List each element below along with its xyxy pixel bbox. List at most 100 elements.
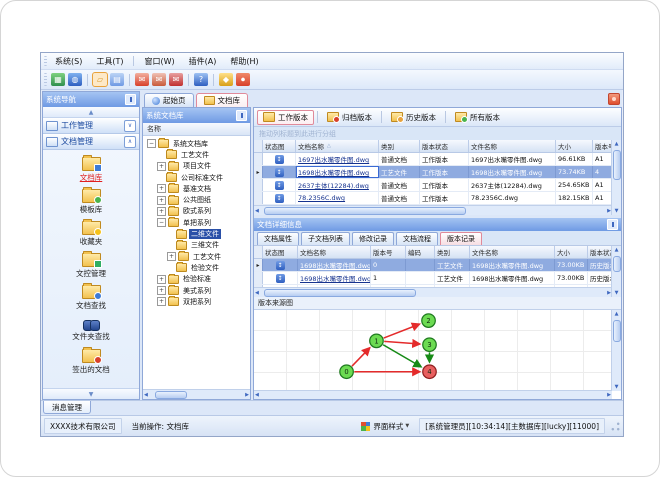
document-link[interactable]: 1698出水嘴零件图.dwg — [298, 167, 369, 177]
tab-起始页[interactable]: 起始页 — [144, 93, 194, 107]
tree-node[interactable]: 三维文件 — [143, 239, 250, 251]
expand-icon[interactable]: + — [167, 252, 176, 262]
scroll-thumb[interactable] — [264, 207, 466, 215]
scroll-thumb[interactable] — [613, 150, 621, 180]
lock-icon[interactable]: ◆ — [219, 73, 233, 86]
tree-node[interactable]: + 欧式系列 — [143, 205, 250, 217]
tree-node[interactable]: 工艺文件 — [143, 149, 250, 160]
help-icon[interactable]: ? — [194, 73, 208, 86]
scroll-right-icon[interactable]: ▶ — [607, 392, 611, 398]
table-row[interactable]: ↕ 78.2356C.dwg 普通文档 工作版本 78.2356C.dwg 182.15K… — [254, 192, 612, 205]
sidebar-item-document[interactable]: 文档库 — [43, 154, 139, 186]
column-header[interactable]: 编码 — [406, 246, 435, 258]
sidebar-item-binoculars[interactable]: 文件夹查找 — [43, 314, 139, 346]
window-layout-icon[interactable]: ▤ — [110, 73, 124, 86]
column-header[interactable]: 类别 — [379, 140, 420, 152]
column-header[interactable]: 文件名称 — [469, 140, 556, 152]
scroll-up-icon[interactable]: ▲ — [615, 247, 619, 253]
document-link[interactable]: 1697出水嘴零件图.dwg — [298, 154, 369, 164]
tree-node[interactable]: + 工艺文件 — [143, 251, 250, 262]
detail-grid-vscrollbar[interactable]: ▲ ▼ — [611, 246, 621, 297]
menu-item[interactable]: 帮助(H) — [224, 55, 264, 68]
tree-node[interactable]: + 双把系列 — [143, 296, 250, 307]
tree-node[interactable]: 二维文件 — [143, 228, 250, 240]
sidebar-item-checkout[interactable]: 签出的文档 — [43, 346, 139, 378]
scroll-down-icon[interactable]: ▼ — [615, 384, 619, 390]
scroll-up-icon[interactable]: ▲ — [615, 141, 619, 147]
exit-icon[interactable]: ⏺ — [236, 73, 250, 86]
column-header[interactable]: 类别 — [435, 246, 470, 258]
sidebar-group-expanded[interactable]: 文档管理 ∧ — [43, 134, 139, 150]
tree-node[interactable]: + 检验标准 — [143, 273, 250, 285]
menu-item[interactable]: 系统(S) — [49, 55, 88, 68]
main-grid-vscrollbar[interactable]: ▲ ▼ — [611, 140, 621, 215]
sidebar-item-search[interactable]: 文档查找 — [43, 282, 139, 314]
column-header[interactable]: 版本号 — [371, 246, 406, 258]
tree-node[interactable]: + 公共图纸 — [143, 194, 250, 205]
version-button-4[interactable]: 所有版本 — [449, 110, 506, 125]
mail-icon[interactable]: ✉ — [135, 73, 149, 86]
column-header[interactable]: 版本号 — [593, 140, 612, 152]
collapse-icon[interactable]: − — [147, 139, 156, 149]
chevron-up-icon[interactable]: ∧ — [124, 135, 136, 148]
document-link[interactable]: 2637主体(12284).dwg — [298, 180, 369, 190]
column-header[interactable]: 大小 — [555, 246, 588, 258]
column-header[interactable]: 文件名称 — [470, 246, 555, 258]
sidebar-item-template[interactable]: 模板库 — [43, 186, 139, 218]
folder-open-icon[interactable]: ▱ — [92, 72, 108, 87]
column-header[interactable]: 状态图 — [263, 246, 298, 258]
scroll-up-icon[interactable]: ▲ — [615, 311, 619, 317]
column-header[interactable]: 版本状态 — [588, 246, 612, 258]
style-selector[interactable]: 界面样式 ▼ — [355, 418, 415, 434]
scroll-thumb[interactable] — [613, 256, 621, 272]
table-row[interactable]: ▸ ↕ 1698出水嘴零件图.dwg 工艺文件 工作版本 1698出水嘴零件图.dwg 73… — [254, 166, 612, 179]
tab-文档库[interactable]: 文档库 — [195, 93, 248, 107]
table-row[interactable]: ↕ 2637主体(12284).dwg 普通文档 工作版本 2637主体(12284).… — [254, 179, 612, 192]
message-manager-tab[interactable]: 消息管理 — [43, 401, 91, 414]
detail-tab-子文档列表[interactable]: 子文档列表 — [301, 232, 350, 245]
document-link[interactable]: 1698出水嘴零件图.dwg — [300, 260, 370, 270]
table-row[interactable]: ↕ 1697出水嘴零件图.dwg 普通文档 工作版本 1697出水嘴零件图.dwg 96.… — [254, 153, 612, 166]
document-link[interactable]: 78.2356C.dwg — [298, 194, 345, 202]
sidebar-item-star[interactable]: 收藏夹 — [43, 218, 139, 250]
scroll-left-icon[interactable]: ◀ — [255, 290, 259, 296]
table-row[interactable]: ▸ ↕ 1698出水嘴零件图.dwg 0 工艺文件 1698出水嘴零件图.dwg 73.00… — [254, 259, 612, 272]
collapse-icon[interactable]: − — [157, 218, 166, 228]
expand-icon[interactable]: + — [157, 297, 166, 307]
menu-item[interactable]: 插件(A) — [183, 55, 223, 68]
detail-grid-hscrollbar[interactable]: ◀ ▶ — [254, 287, 612, 297]
remote-desktop-icon[interactable]: ▦ — [51, 73, 65, 86]
scroll-left-icon[interactable]: ◀ — [255, 208, 259, 214]
pin-icon[interactable] — [607, 219, 618, 230]
resize-grip[interactable] — [611, 421, 620, 431]
sidebar-group-collapsed[interactable]: 工作管理 ∨ — [43, 118, 139, 134]
scroll-thumb[interactable] — [264, 289, 416, 297]
scroll-left-icon[interactable]: ◀ — [144, 392, 148, 398]
close-document-button[interactable] — [608, 93, 620, 105]
scroll-right-icon[interactable]: ▶ — [245, 392, 249, 398]
expand-icon[interactable]: + — [157, 274, 166, 284]
scroll-thumb[interactable] — [613, 320, 621, 342]
column-header[interactable]: 状态图 — [263, 140, 296, 152]
pin-icon[interactable] — [236, 110, 247, 121]
expand-icon[interactable]: + — [157, 206, 166, 216]
tree-hscrollbar[interactable]: ◀ ▶ — [143, 389, 250, 399]
tree-node[interactable]: + 基准文档 — [143, 183, 250, 194]
version-button-2[interactable]: 归档版本 — [321, 110, 378, 125]
detail-tab-文档流程[interactable]: 文档流程 — [396, 232, 438, 245]
graph-hscrollbar[interactable]: ◀ ▶ — [254, 390, 612, 399]
tree-column-header[interactable]: 名称 — [143, 123, 250, 136]
table-row[interactable]: ↕ 1698出水嘴零件图.dwg 1 工艺文件 1698出水嘴零件图.dwg 73.00K… — [254, 272, 612, 285]
graph-vscrollbar[interactable]: ▲ ▼ — [611, 310, 621, 391]
mail-receive-icon[interactable]: ✉ — [169, 73, 183, 86]
tree-node[interactable]: − 单把系列 — [143, 217, 250, 228]
column-header[interactable]: 文档名称 — [298, 246, 371, 258]
expand-icon[interactable]: + — [157, 184, 166, 194]
column-header[interactable]: 版本状态 — [420, 140, 469, 152]
sidebar-scroll-up[interactable]: ▲ — [43, 107, 139, 118]
detail-tab-版本记录[interactable]: 版本记录 — [440, 232, 482, 245]
scroll-down-icon[interactable]: ▼ — [615, 208, 619, 214]
scroll-left-icon[interactable]: ◀ — [255, 392, 259, 398]
document-link[interactable]: 1698出水嘴零件图.dwg — [300, 273, 370, 283]
version-button-1[interactable]: 工作版本 — [257, 109, 314, 125]
